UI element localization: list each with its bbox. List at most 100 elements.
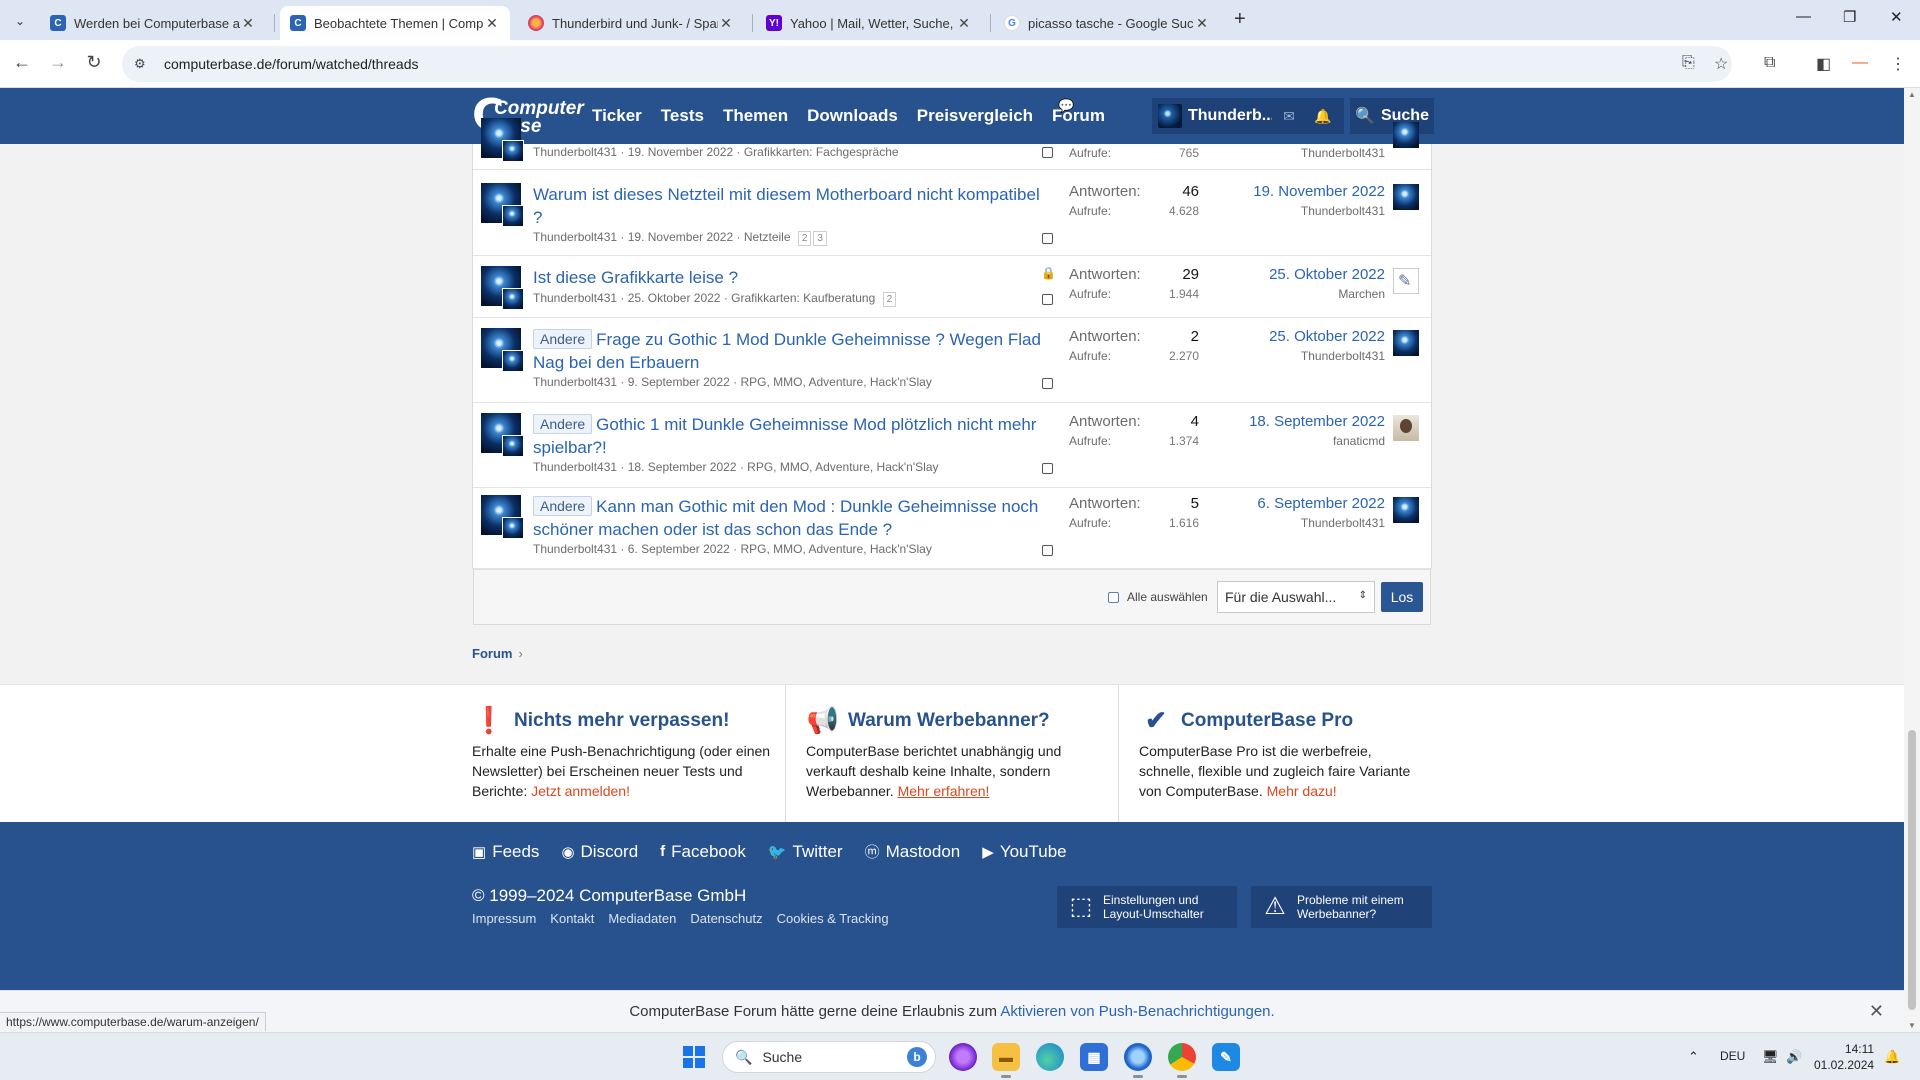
thread-forum[interactable]: Grafikkarten: Fachgespräche [744, 145, 899, 159]
page-link[interactable]: 2 [797, 231, 812, 246]
close-icon[interactable]: ✕ [484, 15, 500, 32]
browser-tab[interactable]: G picasso tasche - Google Suche ✕ [994, 6, 1220, 40]
browser-tab[interactable]: Thunderbird und Junk- / Spam ✕ [518, 6, 744, 40]
thread-row[interactable]: Thunderbolt431 · 19. November 2022 · Gra… [473, 114, 1431, 170]
footer-link-impressum[interactable]: Impressum [472, 911, 536, 926]
thread-select-checkbox[interactable] [1042, 147, 1053, 158]
enable-push-link[interactable]: Aktivieren von Push-Benachrichtigungen. [1000, 1003, 1274, 1020]
scroll-up-icon[interactable]: ▲ [1908, 90, 1916, 99]
last-poster[interactable]: Thunderbolt431 [1301, 516, 1385, 530]
thread-forum[interactable]: RPG, MMO, Adventure, Hack'n'Slay [741, 375, 932, 389]
thread-select-checkbox[interactable] [1042, 463, 1053, 474]
thread-prefix[interactable]: Andere [533, 414, 593, 434]
notification-bell-icon[interactable]: 🔔 [1884, 1049, 1900, 1065]
go-button[interactable]: Los [1381, 582, 1423, 612]
file-explorer-icon[interactable]: ▬ [992, 1043, 1020, 1078]
last-poster[interactable]: Thunderbolt431 [1301, 146, 1385, 160]
address-url[interactable]: computerbase.de/forum/watched/threads [164, 56, 418, 72]
forward-arrow-icon[interactable]: → [46, 52, 70, 73]
close-icon[interactable]: ✕ [718, 15, 734, 32]
thread-row[interactable]: Andere Kann man Gothic mit den Mod : Dunk… [473, 488, 1431, 569]
new-tab-plus-icon[interactable]: + [1234, 8, 1246, 31]
last-poster-avatar[interactable] [1393, 330, 1419, 356]
thread-author[interactable]: Thunderbolt431 [533, 375, 617, 389]
social-youtube[interactable]: ▶ YouTube [982, 841, 1066, 862]
copilot-icon[interactable] [949, 1043, 977, 1071]
thread-author-avatar[interactable] [481, 495, 524, 539]
thread-title[interactable]: Ist diese Grafikkarte leise ? [533, 266, 1053, 289]
thread-row[interactable]: Ist diese Grafikkarte leise ? Thunderbol… [473, 256, 1431, 318]
last-post-date[interactable]: 25. Oktober 2022 [1269, 328, 1385, 345]
edge-icon[interactable] [1036, 1043, 1064, 1071]
update-icon[interactable]: — [1852, 54, 1868, 72]
last-post-date[interactable]: 25. Oktober 2022 [1269, 266, 1385, 283]
bing-icon[interactable]: b [907, 1047, 927, 1067]
breadcrumb-forum-link[interactable]: Forum [472, 646, 512, 661]
thread-author[interactable]: Thunderbolt431 [533, 291, 617, 305]
thread-author[interactable]: Thunderbolt431 [533, 542, 617, 556]
last-poster[interactable]: Marchen [1338, 287, 1385, 301]
footer-link-kontakt[interactable]: Kontakt [550, 911, 594, 926]
close-icon[interactable]: ✕ [956, 15, 972, 32]
taskbar-clock[interactable]: 14:11 01.02.2024 [1814, 1041, 1874, 1073]
thread-author-avatar[interactable] [481, 266, 524, 310]
minimize-icon[interactable]: — [1796, 8, 1811, 25]
thread-row[interactable]: Andere Frage zu Gothic 1 Mod Dunkle Gehei… [473, 318, 1431, 403]
volume-icon[interactable]: 🔊 [1786, 1049, 1802, 1065]
back-arrow-icon[interactable]: ← [10, 52, 34, 73]
browser-tab[interactable]: Y! Yahoo | Mail, Wetter, Suche, Na ✕ [756, 6, 982, 40]
side-panel-icon[interactable]: ◧ [1816, 54, 1831, 74]
thread-row[interactable]: Warum ist dieses Netzteil mit diesem Mot… [473, 171, 1431, 256]
last-post-date[interactable]: 6. September 2022 [1257, 495, 1385, 512]
bulk-action-select[interactable]: Für die Auswahl... ⇕ [1217, 581, 1375, 613]
select-all[interactable]: Alle auswählen [1108, 590, 1208, 604]
scroll-down-icon[interactable]: ▼ [1908, 1021, 1916, 1030]
browser-tab-active[interactable]: C Beobachtete Themen | Comput ✕ [280, 6, 510, 40]
microsoft-store-icon[interactable]: ▦ [1080, 1043, 1108, 1071]
close-icon[interactable]: ✕ [1194, 15, 1210, 32]
thread-row[interactable]: Andere Gothic 1 mit Dunkle Geheimnisse Mo… [473, 403, 1431, 488]
thread-title[interactable]: Andere Frage zu Gothic 1 Mod Dunkle Gehei… [533, 328, 1053, 374]
thread-forum[interactable]: RPG, MMO, Adventure, Hack'n'Slay [747, 460, 938, 474]
thread-author-avatar[interactable] [481, 118, 524, 162]
thread-title[interactable]: Warum ist dieses Netzteil mit diesem Mot… [533, 183, 1053, 229]
last-post-date[interactable]: 19. November 2022 [1253, 183, 1385, 200]
social-discord[interactable]: ◉ Discord [561, 841, 638, 862]
last-post-date[interactable]: 18. September 2022 [1249, 413, 1385, 430]
menu-dots-icon[interactable]: ⋮ [1890, 54, 1906, 74]
tab-list-chevron-icon[interactable]: ⌄ [8, 9, 32, 33]
last-poster[interactable]: Thunderbolt431 [1301, 204, 1385, 218]
thread-author-avatar[interactable] [481, 183, 524, 227]
ad-problem-button[interactable]: ⚠ Probleme mit einem Werbebanner? [1251, 886, 1432, 928]
thread-title[interactable]: Andere Gothic 1 mit Dunkle Geheimnisse Mo… [533, 413, 1053, 459]
thread-select-checkbox[interactable] [1042, 233, 1053, 244]
page-scrollbar[interactable]: ▲ ▼ [1904, 88, 1920, 1032]
window-close-icon[interactable]: ✕ [1890, 8, 1903, 26]
address-bar[interactable]: ⚙ computerbase.de/forum/watched/threads [122, 46, 1732, 82]
thread-forum[interactable]: Grafikkarten: Kaufberatung [731, 291, 875, 305]
thread-title[interactable]: Andere Kann man Gothic mit den Mod : Dunk… [533, 495, 1053, 541]
close-icon[interactable]: ✕ [1869, 1001, 1884, 1022]
thread-select-checkbox[interactable] [1042, 378, 1053, 389]
language-indicator[interactable]: DEU [1720, 1049, 1745, 1063]
chevron-up-icon[interactable]: ⌃ [1688, 1049, 1699, 1065]
site-settings-icon[interactable]: ⚙ [134, 56, 154, 72]
network-icon[interactable]: 🖥 [1762, 1049, 1779, 1065]
thread-author-avatar[interactable] [481, 328, 524, 372]
reload-icon[interactable]: ↻ [82, 52, 106, 73]
close-icon[interactable]: ✕ [240, 15, 256, 32]
last-poster-avatar[interactable] [1393, 268, 1419, 294]
install-app-icon[interactable]: ⎘ [1682, 54, 1695, 72]
last-poster[interactable]: Thunderbolt431 [1301, 349, 1385, 363]
thread-prefix[interactable]: Andere [533, 496, 593, 516]
last-poster-avatar[interactable] [1393, 497, 1419, 523]
last-poster-avatar[interactable] [1393, 415, 1419, 441]
social-facebook[interactable]: f Facebook [660, 841, 746, 862]
last-poster-avatar[interactable] [1393, 184, 1419, 210]
push-signup-link[interactable]: Jetzt anmelden! [531, 783, 630, 799]
footer-link-datenschutz[interactable]: Datenschutz [690, 911, 762, 926]
browser-tab[interactable]: C Werden bei Computerbase alte ✕ [40, 6, 266, 40]
footer-link-mediadaten[interactable]: Mediadaten [608, 911, 676, 926]
social-feeds[interactable]: ▣ Feeds [472, 841, 539, 862]
thread-select-checkbox[interactable] [1042, 545, 1053, 556]
